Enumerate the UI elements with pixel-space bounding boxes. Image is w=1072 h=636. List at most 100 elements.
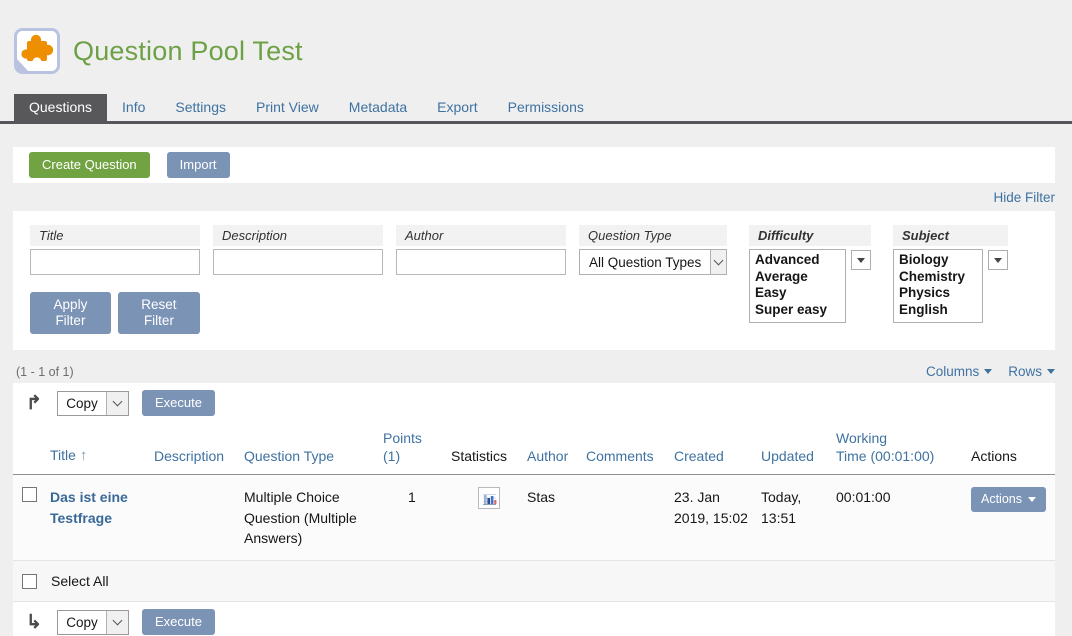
select-all-label: Select All — [51, 573, 109, 589]
cell-comments — [586, 475, 674, 561]
object-header: Question Pool Test — [0, 0, 1072, 94]
execute-button-bottom[interactable]: Execute — [142, 609, 215, 635]
question-type-selected-value: All Question Types — [580, 250, 710, 274]
rows-menu-button[interactable]: Rows — [1008, 364, 1055, 379]
subject-multiselect: Biology Chemistry Physics English — [893, 249, 1008, 323]
question-table: Title ↑ Description Question Type Points… — [13, 423, 1055, 561]
page-title: Question Pool Test — [73, 36, 303, 67]
cell-updated: Today, 13:51 — [761, 475, 836, 561]
column-header-working-time[interactable]: WorkingTime (00:01:00) — [836, 423, 971, 475]
column-header-author[interactable]: Author — [527, 423, 586, 475]
column-header-updated[interactable]: Updated — [761, 423, 836, 475]
create-question-button[interactable]: Create Question — [29, 152, 150, 178]
table-row: Das ist eine Testfrage Multiple Choice Q… — [13, 475, 1055, 561]
table-header-row: Title ↑ Description Question Type Points… — [13, 423, 1055, 475]
column-header-question-type[interactable]: Question Type — [244, 423, 383, 475]
filter-group-title: Title Apply Filter Reset Filter — [30, 225, 200, 334]
hide-filter-link[interactable]: Hide Filter — [993, 190, 1055, 205]
tab-metadata[interactable]: Metadata — [334, 94, 422, 121]
question-pool-icon — [14, 28, 60, 74]
filter-toggle-row: Hide Filter — [13, 183, 1055, 211]
tab-permissions[interactable]: Permissions — [493, 94, 599, 121]
bulk-action-select-top[interactable]: Copy — [57, 391, 129, 416]
difficulty-option[interactable]: Super easy — [755, 302, 839, 319]
filter-difficulty-label: Difficulty — [749, 225, 871, 246]
arrow-up-right-icon: ↱ — [26, 394, 44, 413]
bulk-action-select-bottom[interactable]: Copy — [57, 610, 129, 635]
tab-bar: Questions Info Settings Print View Metad… — [0, 94, 1072, 124]
column-header-title[interactable]: Title ↑ — [50, 423, 154, 475]
column-header-created[interactable]: Created — [674, 423, 761, 475]
filter-group-difficulty: Difficulty Advanced Average Easy Super e… — [749, 225, 871, 323]
filter-author-label: Author — [396, 225, 566, 246]
difficulty-multiselect: Advanced Average Easy Super easy — [749, 249, 871, 323]
difficulty-dropdown-button[interactable] — [851, 250, 871, 270]
cell-author: Stas — [527, 475, 586, 561]
tab-settings[interactable]: Settings — [160, 94, 241, 121]
sort-ascending-icon: ↑ — [80, 447, 88, 464]
row-checkbox[interactable] — [22, 487, 37, 502]
column-header-points[interactable]: Points (1) — [383, 423, 451, 475]
caret-down-icon — [1028, 497, 1036, 502]
difficulty-option[interactable]: Average — [755, 269, 839, 286]
filter-panel: Title Apply Filter Reset Filter Descript… — [13, 211, 1055, 350]
cell-working-time: 00:01:00 — [836, 475, 971, 561]
filter-group-description: Description — [213, 225, 383, 275]
filter-author-input[interactable] — [396, 249, 566, 275]
filter-group-subject: Subject Biology Chemistry Physics Englis… — [893, 225, 1008, 323]
column-header-comments[interactable]: Comments — [586, 423, 674, 475]
filter-group-question-type: Question Type All Question Types — [579, 225, 727, 275]
apply-filter-button[interactable]: Apply Filter — [30, 292, 111, 334]
question-title-link[interactable]: Das ist eine Testfrage — [50, 489, 128, 525]
execute-button-top[interactable]: Execute — [142, 390, 215, 416]
question-type-select[interactable]: All Question Types — [579, 249, 727, 275]
cell-description — [154, 475, 244, 561]
cell-question-type: Multiple Choice Question (Multiple Answe… — [244, 475, 383, 561]
caret-down-icon — [1047, 369, 1055, 374]
tab-export[interactable]: Export — [422, 94, 492, 121]
chevron-down-icon — [106, 611, 128, 634]
import-button[interactable]: Import — [167, 152, 230, 178]
subject-option[interactable]: Physics — [899, 285, 976, 302]
column-header-description[interactable]: Description — [154, 423, 244, 475]
difficulty-option[interactable]: Easy — [755, 285, 839, 302]
tab-questions[interactable]: Questions — [14, 94, 107, 121]
filter-question-type-label: Question Type — [579, 225, 727, 246]
result-range-top: (1 - 1 of 1) — [13, 365, 74, 379]
arrow-down-right-icon: ↳ — [26, 613, 44, 632]
columns-menu-button[interactable]: Columns — [926, 364, 992, 379]
cell-created: 23. Jan 2019, 15:02 — [674, 475, 761, 561]
cell-points: 1 — [383, 475, 451, 561]
question-pool-page: Question Pool Test Questions Info Settin… — [0, 0, 1072, 636]
row-actions-button[interactable]: Actions — [971, 487, 1046, 512]
difficulty-options-list[interactable]: Advanced Average Easy Super easy — [749, 249, 846, 323]
subject-dropdown-button[interactable] — [988, 250, 1008, 270]
select-all-row: Select All — [13, 561, 1055, 602]
column-header-actions: Actions — [971, 423, 1055, 475]
filter-subject-label: Subject — [893, 225, 1008, 246]
subject-option[interactable]: Chemistry — [899, 269, 976, 286]
header-checkbox-spacer — [13, 423, 50, 475]
difficulty-option[interactable]: Advanced — [755, 252, 839, 269]
table-range-row: (1 - 1 of 1) Columns Rows — [13, 364, 1055, 379]
statistics-icon[interactable] — [478, 487, 500, 509]
caret-down-icon — [984, 369, 992, 374]
filter-title-input[interactable] — [30, 249, 200, 275]
tab-print-view[interactable]: Print View — [241, 94, 334, 121]
table-view-options: Columns Rows — [926, 364, 1055, 379]
chevron-down-icon — [710, 250, 726, 274]
subject-options-list[interactable]: Biology Chemistry Physics English — [893, 249, 983, 323]
chevron-down-icon — [106, 392, 128, 415]
toolbar: Create Question Import — [13, 147, 1055, 183]
reset-filter-button[interactable]: Reset Filter — [118, 292, 200, 334]
bulk-action-row-top: ↱ Copy Execute — [13, 383, 1055, 423]
subject-option[interactable]: Biology — [899, 252, 976, 269]
subject-option[interactable]: English — [899, 302, 976, 319]
filter-actions: Apply Filter Reset Filter — [30, 292, 200, 334]
filter-description-input[interactable] — [213, 249, 383, 275]
filter-title-label: Title — [30, 225, 200, 246]
column-header-statistics: Statistics — [451, 423, 527, 475]
select-all-checkbox[interactable] — [22, 574, 37, 589]
bulk-action-row-bottom: ↳ Copy Execute — [13, 602, 1055, 636]
tab-info[interactable]: Info — [107, 94, 160, 121]
